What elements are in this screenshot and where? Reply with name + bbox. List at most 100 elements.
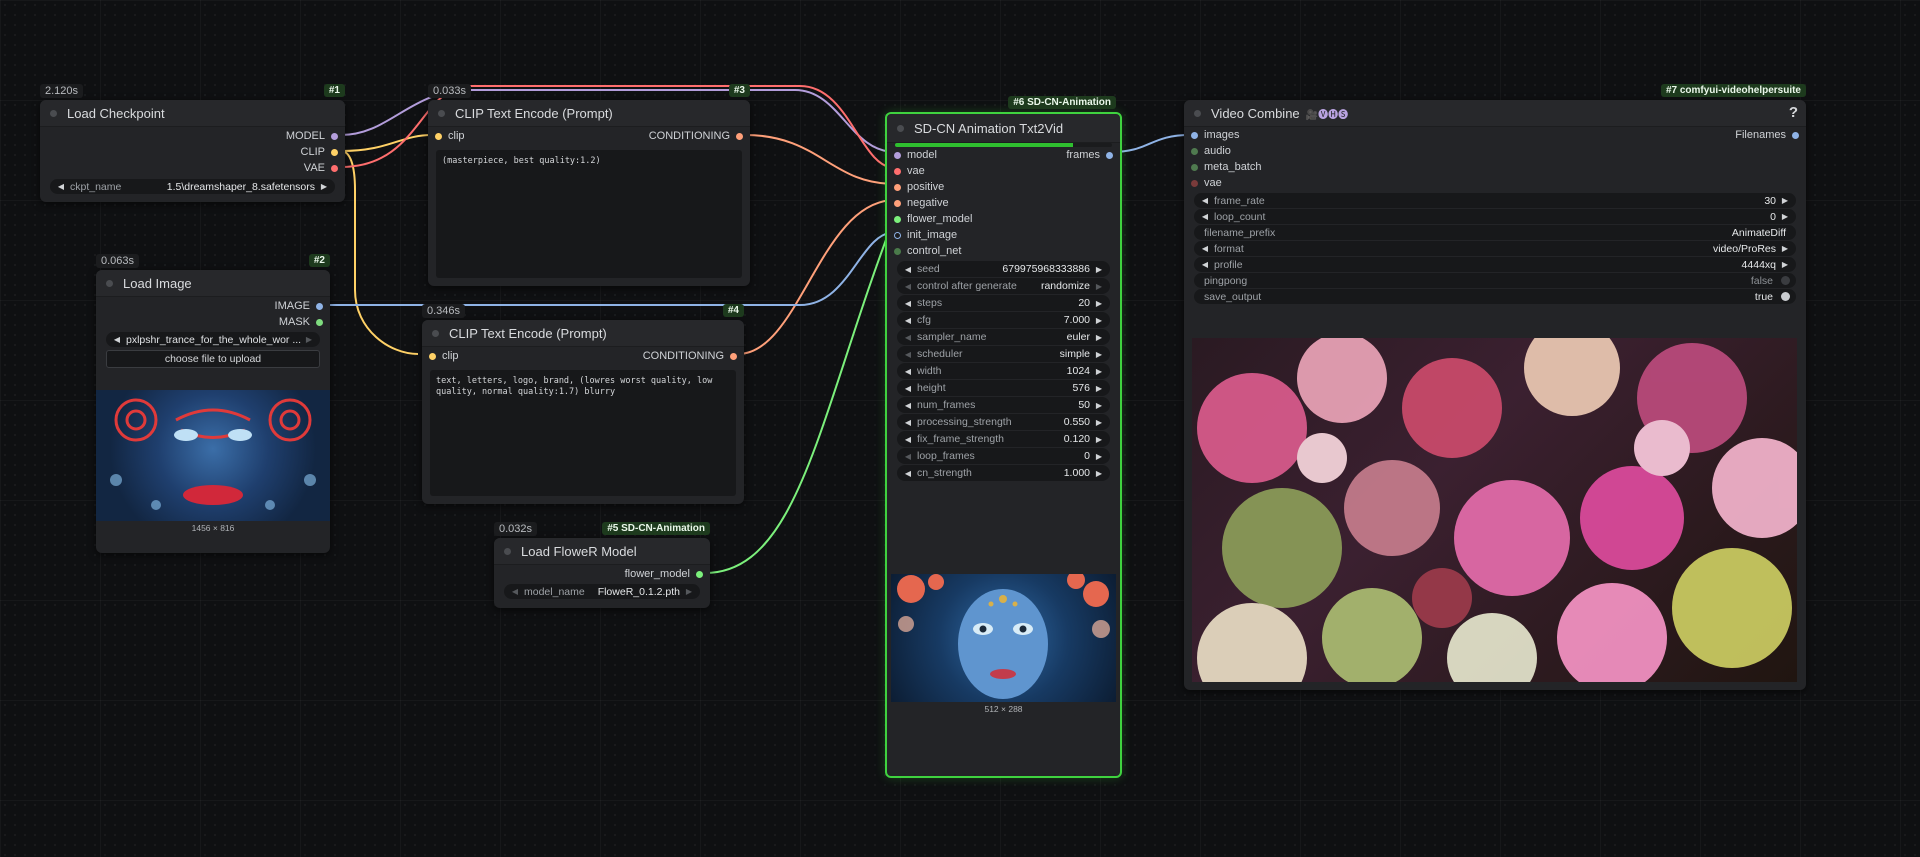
output-slot-mask[interactable]: MASK (96, 314, 330, 330)
toggle-off-icon[interactable] (1781, 276, 1790, 285)
slot-dot-icon[interactable] (1191, 147, 1198, 155)
arrow-left-icon[interactable]: ◀ (903, 401, 913, 410)
input-slot-audio[interactable]: audio (1184, 143, 1806, 159)
slot-dot-icon[interactable] (316, 318, 323, 326)
slot-dot-icon[interactable] (316, 302, 323, 310)
node-clip-text-encode-positive[interactable]: 0.033s #3 CLIP Text Encode (Prompt) clip… (428, 84, 750, 286)
input-slot-positive[interactable]: positive (887, 179, 1120, 195)
arrow-right-icon[interactable]: ▶ (1094, 350, 1104, 359)
arrow-right-icon[interactable]: ▶ (1094, 384, 1104, 393)
arrow-left-icon[interactable]: ◀ (112, 335, 122, 344)
node-clip-text-encode-negative[interactable]: 0.346s #4 CLIP Text Encode (Prompt) clip… (422, 304, 744, 504)
arrow-left-icon[interactable]: ◀ (1200, 260, 1210, 269)
arrow-left-icon[interactable]: ◀ (903, 282, 913, 291)
format-combo[interactable]: ◀ format video/ProRes ▶ (1194, 241, 1796, 256)
widget-num-frames[interactable]: ◀ num_frames 50 ▶ (897, 397, 1110, 413)
slot-dot-icon[interactable] (894, 151, 901, 159)
arrow-left-icon[interactable]: ◀ (903, 418, 913, 427)
filename-prefix-field[interactable]: filename_prefix AnimateDiff (1194, 225, 1796, 240)
collapse-dot-icon[interactable] (438, 109, 445, 117)
slot-dot-icon[interactable] (894, 247, 901, 255)
profile-combo[interactable]: ◀ profile 4444xq ▶ (1194, 257, 1796, 272)
node-load-checkpoint[interactable]: 2.120s #1 Load Checkpoint MODEL CLIP VAE… (40, 84, 345, 202)
arrow-right-icon[interactable]: ▶ (1780, 212, 1790, 221)
prompt-textarea[interactable]: (masterpiece, best quality:1.2) (436, 150, 742, 278)
arrow-left-icon[interactable]: ◀ (903, 435, 913, 444)
slot-dot-icon[interactable] (696, 570, 703, 578)
slot-dot-icon[interactable] (894, 183, 901, 191)
node-load-flower-model[interactable]: 0.032s #5 SD-CN-Animation Load FloweR Mo… (494, 522, 710, 608)
input-slot-clip[interactable]: clip (428, 128, 465, 144)
node-header[interactable]: SD-CN Animation Txt2Vid (887, 114, 1120, 143)
node-header[interactable]: Load Image (96, 270, 330, 297)
node-header[interactable]: Video Combine 🎥🅥🅗🅢 ? (1184, 100, 1806, 127)
output-slot-vae[interactable]: VAE (40, 160, 345, 176)
arrow-left-icon[interactable]: ◀ (510, 587, 520, 596)
widget-control-after-generate[interactable]: ◀ control after generate randomize ▶ (897, 278, 1110, 294)
collapse-dot-icon[interactable] (106, 279, 113, 287)
slot-dot-icon[interactable] (894, 167, 901, 175)
arrow-right-icon[interactable]: ▶ (1094, 469, 1104, 478)
widget-fix-frame-strength[interactable]: ◀ fix_frame_strength 0.120 ▶ (897, 431, 1110, 447)
widget-cfg[interactable]: ◀ cfg 7.000 ▶ (897, 312, 1110, 328)
video-preview[interactable] (1192, 338, 1797, 682)
arrow-right-icon[interactable]: ▶ (1780, 196, 1790, 205)
slot-dot-icon[interactable] (894, 199, 901, 207)
arrow-right-icon[interactable]: ▶ (1094, 367, 1104, 376)
output-slot-conditioning[interactable]: CONDITIONING (643, 348, 744, 364)
model-name-combo[interactable]: ◀ model_name FloweR_0.1.2.pth ▶ (504, 584, 700, 599)
prompt-textarea[interactable]: text, letters, logo, brand, (lowres wors… (430, 370, 736, 496)
input-slot-images[interactable]: images (1184, 127, 1806, 143)
node-sdcn-animation-txt2vid[interactable]: #6 SD-CN-Animation SD-CN Animation Txt2V… (885, 96, 1122, 778)
arrow-right-icon[interactable]: ▶ (1094, 299, 1104, 308)
arrow-left-icon[interactable]: ◀ (903, 350, 913, 359)
node-video-combine[interactable]: #7 comfyui-videohelpersuite Video Combin… (1184, 84, 1806, 690)
output-slot-flower-model[interactable]: flower_model (494, 566, 710, 582)
node-load-image[interactable]: 0.063s #2 Load Image IMAGE MASK ◀ pxlpsh… (96, 254, 330, 553)
output-slot-conditioning[interactable]: CONDITIONING (649, 128, 750, 144)
arrow-right-icon[interactable]: ▶ (684, 587, 694, 596)
widget-sampler-name[interactable]: ◀ sampler_name euler ▶ (897, 329, 1110, 345)
input-slot-negative[interactable]: negative (887, 195, 1120, 211)
slot-dot-icon[interactable] (1191, 163, 1198, 171)
slot-dot-icon[interactable] (435, 132, 442, 140)
arrow-right-icon[interactable]: ▶ (319, 182, 329, 191)
collapse-dot-icon[interactable] (1194, 109, 1201, 117)
widget-seed[interactable]: ◀ seed 679975968333886 ▶ (897, 261, 1110, 277)
node-header[interactable]: Load FloweR Model (494, 538, 710, 565)
widget-processing-strength[interactable]: ◀ processing_strength 0.550 ▶ (897, 414, 1110, 430)
arrow-right-icon[interactable]: ▶ (1094, 333, 1104, 342)
arrow-right-icon[interactable]: ▶ (1094, 401, 1104, 410)
arrow-right-icon[interactable]: ▶ (1094, 452, 1104, 461)
arrow-left-icon[interactable]: ◀ (903, 452, 913, 461)
slot-dot-icon[interactable] (429, 352, 436, 360)
arrow-left-icon[interactable]: ◀ (56, 182, 66, 191)
input-slot-meta-batch[interactable]: meta_batch (1184, 159, 1806, 175)
output-slot-model[interactable]: MODEL (40, 128, 345, 144)
output-slot-clip[interactable]: CLIP (40, 144, 345, 160)
arrow-left-icon[interactable]: ◀ (1200, 212, 1210, 221)
node-header[interactable]: CLIP Text Encode (Prompt) (428, 100, 750, 127)
input-slot-model[interactable]: model (887, 147, 1120, 163)
arrow-left-icon[interactable]: ◀ (903, 316, 913, 325)
input-slot-vae[interactable]: vae (1184, 175, 1806, 191)
node-header[interactable]: CLIP Text Encode (Prompt) (422, 320, 744, 347)
toggle-on-icon[interactable] (1781, 292, 1790, 301)
slot-dot-icon[interactable] (730, 352, 737, 360)
pingpong-toggle[interactable]: pingpong false (1194, 273, 1796, 288)
image-combo[interactable]: ◀ pxlpshr_trance_for_the_whole_wor ... ▶ (106, 332, 320, 347)
input-slot-vae[interactable]: vae (887, 163, 1120, 179)
help-icon[interactable]: ? (1789, 104, 1798, 121)
slot-dot-icon[interactable] (331, 148, 338, 156)
arrow-left-icon[interactable]: ◀ (903, 265, 913, 274)
arrow-left-icon[interactable]: ◀ (1200, 196, 1210, 205)
slot-dot-icon[interactable] (1191, 179, 1198, 187)
arrow-left-icon[interactable]: ◀ (903, 469, 913, 478)
collapse-dot-icon[interactable] (432, 329, 439, 337)
input-slot-init-image[interactable]: init_image (887, 227, 1120, 243)
collapse-dot-icon[interactable] (897, 124, 904, 132)
arrow-right-icon[interactable]: ▶ (1780, 260, 1790, 269)
arrow-right-icon[interactable]: ▶ (304, 335, 314, 344)
arrow-right-icon[interactable]: ▶ (1094, 418, 1104, 427)
slot-dot-icon[interactable] (1191, 131, 1198, 139)
